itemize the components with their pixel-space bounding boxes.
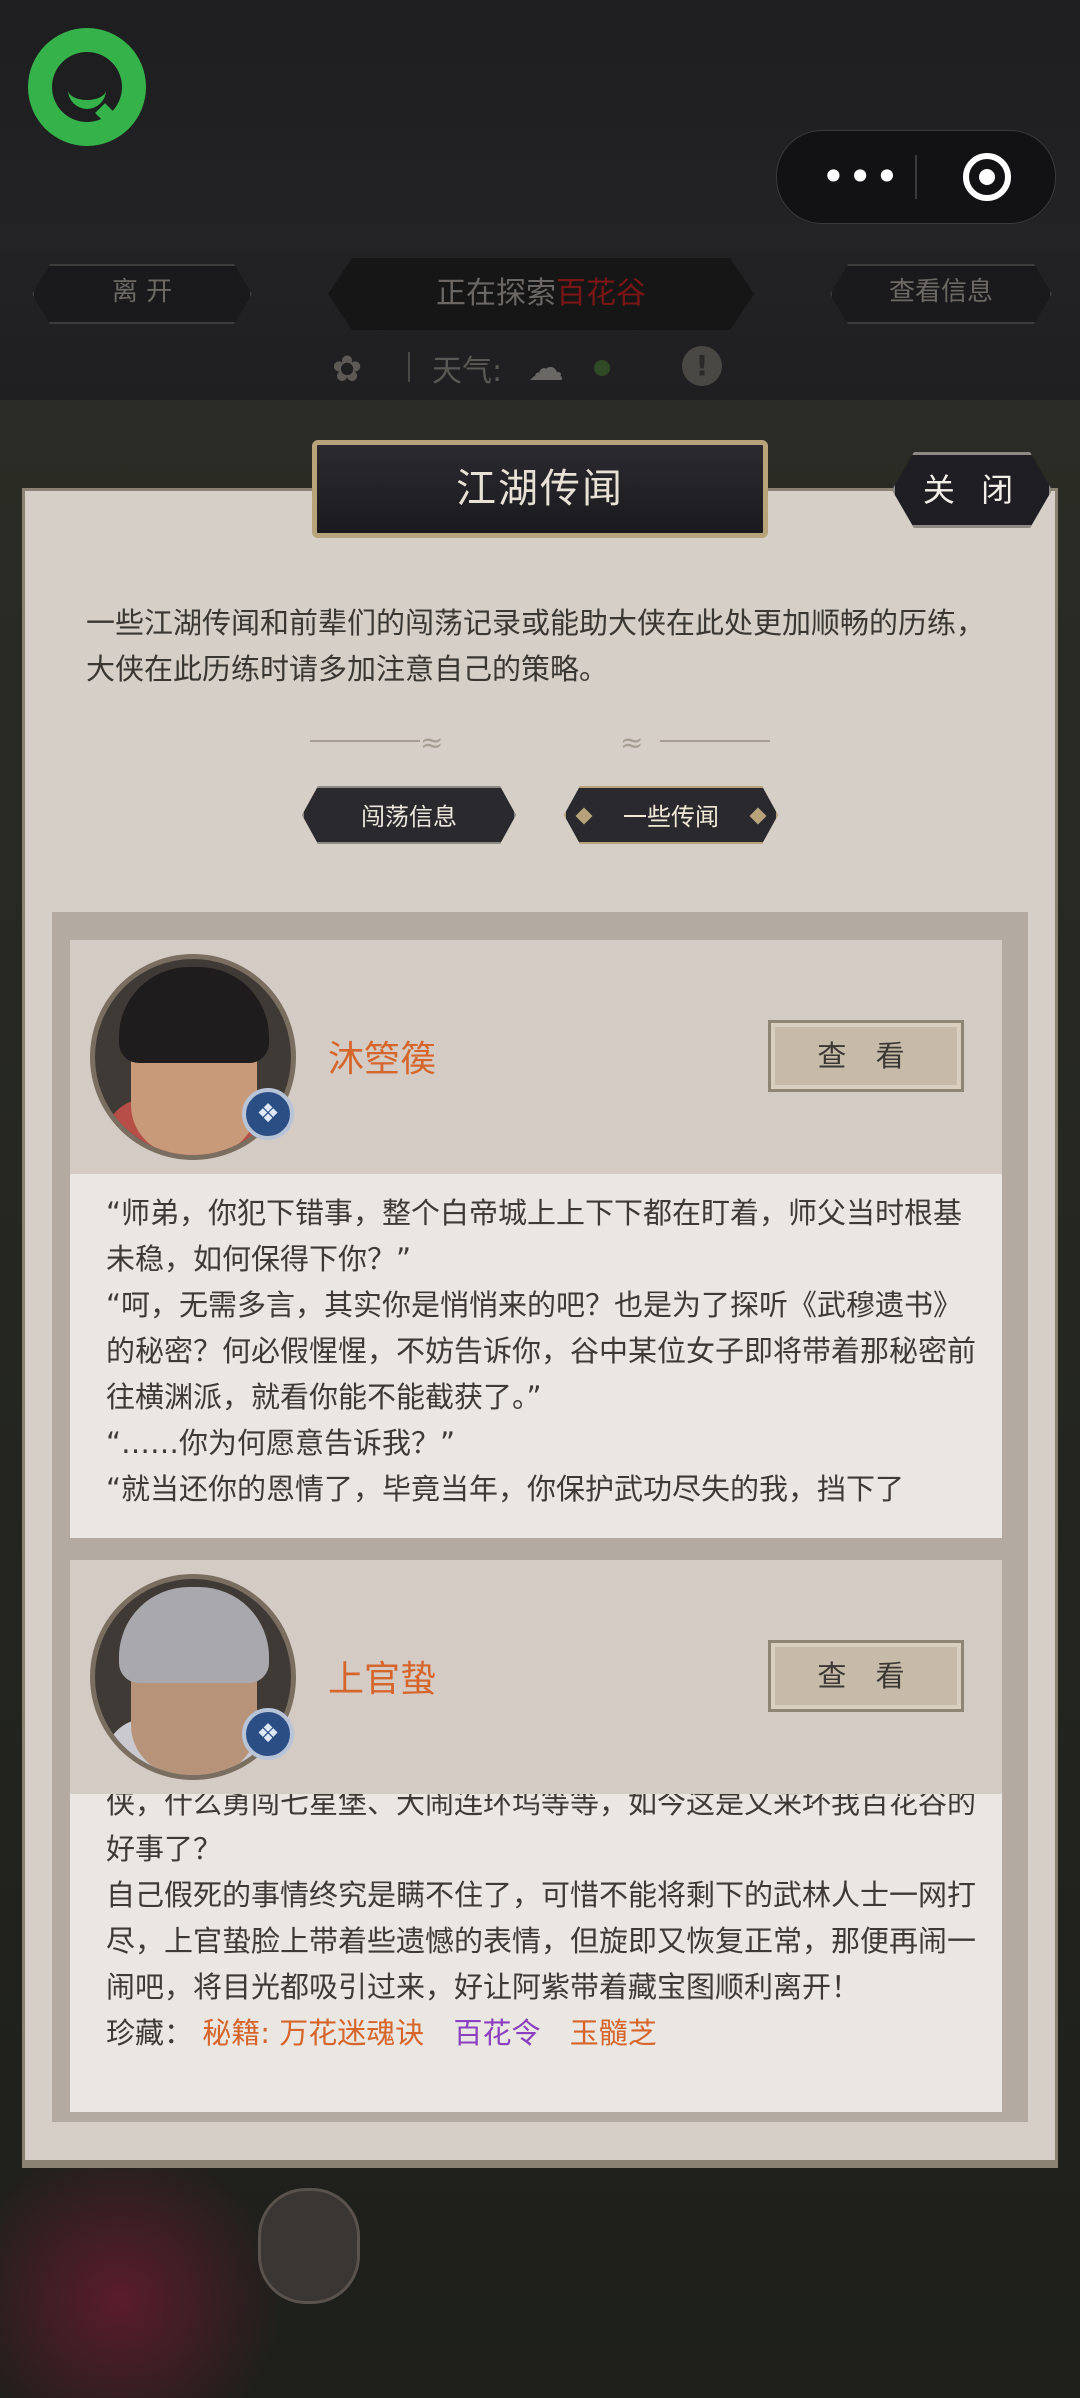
treasure-item[interactable]: 秘籍: 万花迷魂诀	[202, 2016, 424, 2050]
list-item: ❖ 上官蛰 查 看 侠，什么勇闯七星堡、大闹连环坞等等，如今这是又来坏我百花谷的…	[70, 1560, 1002, 2112]
treasure-item[interactable]: 百花令	[453, 2016, 540, 2050]
card-line: “就当还你的恩情了，毕竟当年，你保护武功尽失的我，挡下了	[106, 1472, 905, 1506]
chat-logo-icon[interactable]	[28, 28, 146, 146]
title-deco-right	[768, 488, 892, 491]
tab-travel-info[interactable]: 闯荡信息	[302, 786, 516, 844]
more-icon[interactable]: •••	[821, 156, 901, 198]
card-text: 侠，什么勇闯七星堡、大闹连环坞等等，如今这是又来坏我百花谷的好事了？ 自己假死的…	[106, 1794, 986, 2106]
tab-rumors[interactable]: 一些传闻	[564, 786, 778, 844]
weather-row: ✿ 天气: ☁ !	[332, 342, 752, 392]
list-item: ❖ 沐箜篌 查 看 “师弟，你犯下错事，整个白帝城上上下下都在盯着，师父当时根基…	[70, 940, 1002, 1538]
close-button[interactable]: 关 闭	[892, 452, 1052, 528]
card-line: 自己假死的事情终究是瞒不住了，可惜不能将剩下的武林人士一网打尽，上官蛰脸上带着些…	[106, 1878, 977, 2004]
dialog-bottom-border	[22, 2160, 1058, 2168]
divider-ornament-left: ≈	[420, 726, 444, 759]
cloud-icon: ☁	[528, 348, 564, 389]
character-name: 沐箜篌	[328, 1039, 437, 1080]
weather-label: 天气:	[432, 354, 503, 389]
explore-status: 正在探索百花谷	[328, 258, 754, 330]
treasure-label: 珍藏：	[106, 2016, 194, 2050]
tab-rumors-label: 一些传闻	[623, 803, 719, 831]
divider-ornament-right: ≈	[620, 726, 644, 759]
card-text: “师弟，你犯下错事，整个白帝城上上下下都在盯着，师父当时根基未稳，如何保得下你？…	[106, 1190, 986, 1530]
leave-button[interactable]: 离 开	[32, 264, 252, 324]
explore-place: 百花谷	[556, 276, 646, 311]
card-header: ❖ 沐箜篌 查 看	[70, 940, 1002, 1174]
view-button[interactable]: 查 看	[768, 1020, 964, 1092]
card-line: “……你为何愿意告诉我？”	[106, 1426, 456, 1460]
tab-gem-left	[576, 808, 593, 825]
explore-prefix: 正在探索	[436, 276, 556, 311]
capsule-divider	[915, 155, 917, 199]
miniapp-capsule: •••	[776, 130, 1056, 224]
title-deco-left	[22, 488, 312, 491]
flower-icon: ✿	[332, 349, 363, 390]
divider-left	[310, 740, 420, 742]
card-line: “呵，无需多言，其实你是悄悄来的吧？也是为了探听《武穆遗书》的秘密？何必假惺惺，…	[106, 1288, 977, 1414]
card-line: 侠，什么勇闯七星堡、大闹连环坞等等，如今这是又来坏我百花谷的好事了？	[106, 1794, 977, 1866]
top-bar: ••• 离 开 正在探索百花谷 查看信息 ✿ 天气: ☁ !	[0, 0, 1080, 400]
rumor-list[interactable]: ❖ 沐箜篌 查 看 “师弟，你犯下错事，整个白帝城上上下下都在盯着，师父当时根基…	[52, 912, 1028, 2122]
treasure-line: 珍藏： 秘籍: 万花迷魂诀 百花令 玉髓芝	[106, 2010, 986, 2056]
skill-badge-icon: ❖	[242, 1088, 294, 1140]
warning-icon[interactable]: !	[682, 346, 722, 386]
tab-gem-right	[750, 808, 767, 825]
view-info-button[interactable]: 查看信息	[830, 264, 1052, 324]
divider-right	[660, 740, 770, 742]
weather-divider	[408, 352, 410, 382]
close-miniapp-icon[interactable]	[963, 153, 1011, 201]
leaf-icon	[594, 360, 610, 376]
treasure-item[interactable]: 玉髓芝	[570, 2016, 657, 2050]
npc-avatar[interactable]	[258, 2188, 360, 2304]
dialog-intro: 一些江湖传闻和前辈们的闯荡记录或能助大侠在此处更加顺畅的历练，大侠在此历练时请多…	[86, 606, 986, 686]
dialog-title: 江湖传闻	[312, 440, 768, 538]
card-line: “师弟，你犯下错事，整个白帝城上上下下都在盯着，师父当时根基未稳，如何保得下你？…	[106, 1196, 963, 1276]
